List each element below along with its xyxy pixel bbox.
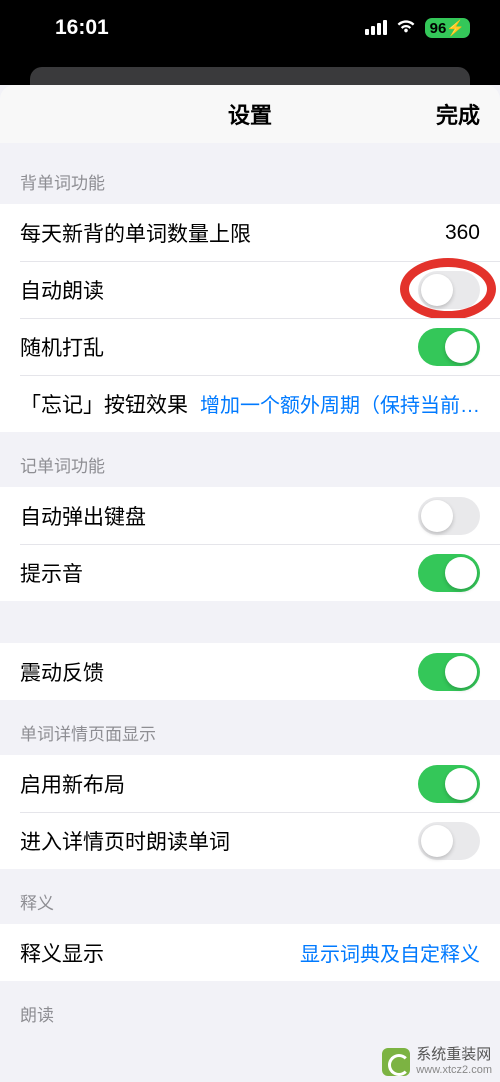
definition-show-label: 释义显示: [20, 938, 104, 968]
forget-button-row[interactable]: 「忘记」按钮效果 增加一个额外周期（保持当前…: [0, 375, 500, 432]
sound-label: 提示音: [20, 558, 83, 588]
section-header-detail: 单词详情页面显示: [0, 700, 500, 755]
spacer: [0, 601, 500, 643]
definition-show-row[interactable]: 释义显示 显示词典及自定释义: [0, 924, 500, 981]
section-header-definition: 释义: [0, 869, 500, 924]
page-title: 设置: [228, 98, 272, 130]
signal-icon: [365, 20, 387, 35]
sheet-backdrop: [0, 55, 500, 85]
status-time: 16:01: [55, 16, 109, 40]
forget-label: 「忘记」按钮效果: [20, 389, 188, 419]
auto-keyboard-row: 自动弹出键盘: [0, 487, 500, 544]
auto-keyboard-label: 自动弹出键盘: [20, 501, 146, 531]
shuffle-label: 随机打乱: [20, 332, 104, 362]
watermark: 系统重装网 www.xtcz2.com: [382, 1047, 492, 1076]
daily-limit-label: 每天新背的单词数量上限: [20, 218, 251, 248]
daily-limit-value: 360: [445, 221, 480, 245]
watermark-url: www.xtcz2.com: [416, 1064, 492, 1076]
haptic-toggle[interactable]: [418, 653, 480, 691]
daily-limit-row[interactable]: 每天新背的单词数量上限 360: [0, 204, 500, 261]
nav-bar: 设置 完成: [0, 85, 500, 143]
read-on-enter-toggle[interactable]: [418, 822, 480, 860]
forget-value: 增加一个额外周期（保持当前…: [200, 389, 480, 418]
new-layout-row: 启用新布局: [0, 755, 500, 812]
haptic-row: 震动反馈: [0, 643, 500, 700]
auto-read-label: 自动朗读: [20, 275, 104, 305]
section-header-vocab-learn: 背单词功能: [0, 143, 500, 204]
definition-show-value: 显示词典及自定释义: [300, 938, 480, 967]
read-on-enter-row: 进入详情页时朗读单词: [0, 812, 500, 869]
auto-read-toggle[interactable]: [418, 271, 480, 309]
done-button[interactable]: 完成: [436, 98, 480, 130]
shuffle-row: 随机打乱: [0, 318, 500, 375]
watermark-title: 系统重装网: [416, 1047, 492, 1064]
sound-row: 提示音: [0, 544, 500, 601]
new-layout-label: 启用新布局: [20, 769, 125, 799]
wifi-icon: [395, 14, 417, 42]
status-bar: 16:01 96⚡: [0, 0, 500, 55]
sound-toggle[interactable]: [418, 554, 480, 592]
haptic-label: 震动反馈: [20, 657, 104, 687]
auto-keyboard-toggle[interactable]: [418, 497, 480, 535]
settings-sheet: 设置 完成 背单词功能 每天新背的单词数量上限 360 自动朗读 随机打乱 「忘…: [0, 85, 500, 1082]
status-right: 96⚡: [365, 14, 470, 42]
shuffle-toggle[interactable]: [418, 328, 480, 366]
watermark-logo-icon: [382, 1048, 410, 1076]
battery-icon: 96⚡: [425, 18, 470, 38]
new-layout-toggle[interactable]: [418, 765, 480, 803]
section-header-vocab-record: 记单词功能: [0, 432, 500, 487]
auto-read-row: 自动朗读: [0, 261, 500, 318]
section-header-reading: 朗读: [0, 981, 500, 1036]
read-on-enter-label: 进入详情页时朗读单词: [20, 826, 230, 856]
